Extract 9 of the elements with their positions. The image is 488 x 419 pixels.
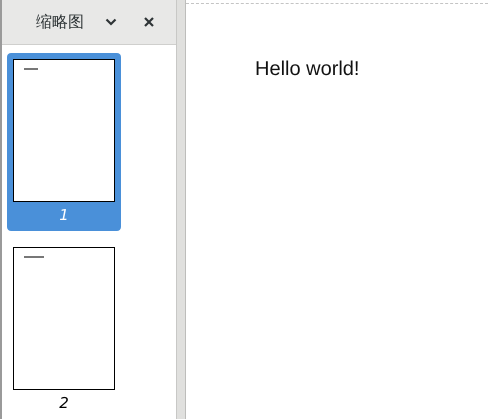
document-text: Hello world! bbox=[255, 58, 360, 81]
chevron-down-icon bbox=[105, 18, 117, 26]
page-thumbnail[interactable]: 2 bbox=[7, 241, 121, 419]
text-line-icon bbox=[24, 256, 44, 258]
page-number: 2 bbox=[59, 394, 69, 412]
close-icon bbox=[144, 17, 154, 27]
text-line-icon bbox=[24, 68, 38, 70]
page-number: 1 bbox=[59, 206, 69, 224]
panel-title: 缩略图 bbox=[36, 12, 84, 32]
